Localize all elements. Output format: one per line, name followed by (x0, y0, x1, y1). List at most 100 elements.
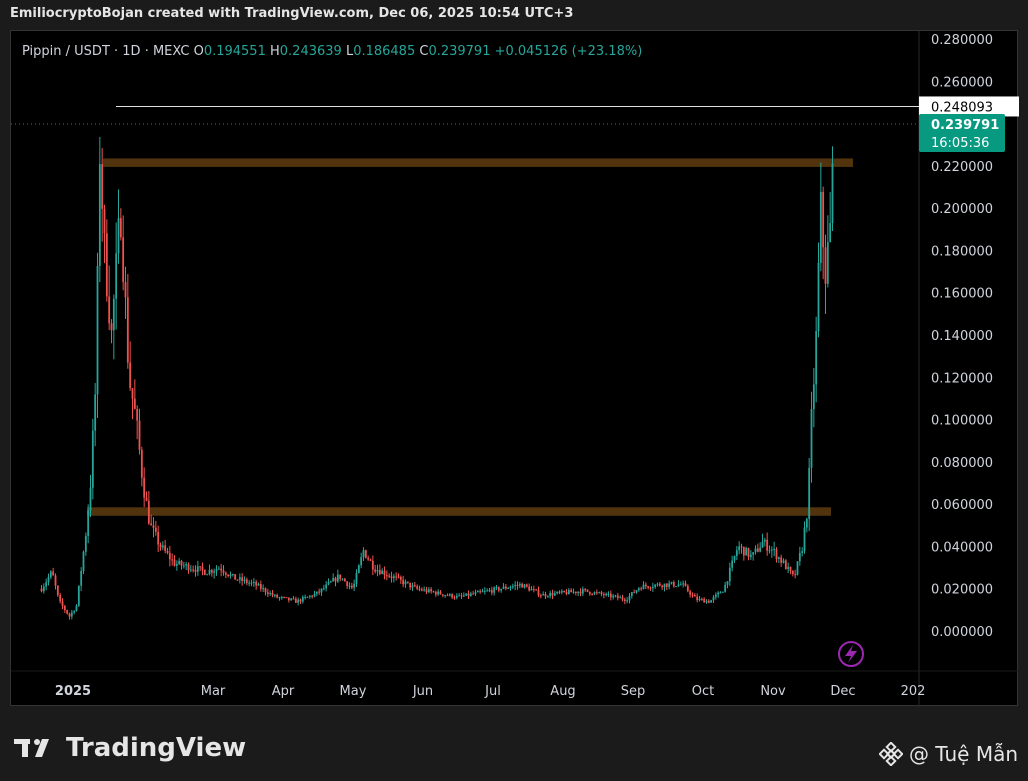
candle-body (348, 585, 351, 587)
candle-body (602, 594, 605, 596)
candle-body (808, 467, 811, 519)
price-chart[interactable]: 0.280000 0.260000 0.220000 0.200000 0.180000… (11, 31, 1019, 707)
candle-body (103, 208, 106, 234)
candle-body (584, 589, 587, 591)
candle-body (224, 572, 227, 575)
candle-body (488, 590, 491, 592)
chart-panel[interactable]: 0.280000 0.260000 0.220000 0.200000 0.180000… (10, 30, 1019, 707)
candle-body (677, 584, 680, 587)
candle-body (766, 539, 769, 551)
brand-name: TradingView (66, 733, 247, 763)
candle-body (791, 570, 794, 575)
chart-attribution: EmiliocryptoBojan created with TradingVi… (10, 6, 574, 21)
candle-body (437, 591, 440, 595)
candle-body (75, 605, 78, 612)
x-tick-label: Mar (201, 684, 226, 699)
candle-body (206, 574, 209, 576)
candle-body (257, 584, 260, 586)
candle-body (532, 589, 535, 591)
candle-body (166, 550, 169, 553)
candle-body (782, 560, 785, 563)
candle-body (126, 297, 129, 363)
candle-body (91, 430, 94, 488)
candle-body (147, 500, 150, 524)
candle-body (546, 596, 549, 598)
candle-body (94, 394, 97, 431)
symbol-name[interactable]: Pippin / USDT · 1D · MEXC (22, 44, 189, 59)
candle-body (248, 582, 251, 584)
author-credit: @ Tuệ Mẫn (878, 742, 1018, 766)
candle-body (283, 596, 286, 598)
candle-body (399, 577, 402, 580)
candle-body (798, 552, 801, 562)
candle-body (262, 588, 265, 590)
candle-body (530, 589, 533, 591)
candle-body (831, 163, 834, 224)
high-value: 0.243639 (279, 44, 342, 59)
candle-body (542, 594, 545, 596)
candle-body (777, 557, 780, 559)
candle-body (425, 589, 428, 593)
candle-body (420, 589, 423, 591)
candle-body (719, 592, 722, 594)
candle-body (234, 574, 237, 580)
candle-body (826, 242, 829, 284)
candle-body (138, 420, 141, 450)
candle-body (432, 591, 435, 593)
candle-body (353, 583, 356, 588)
candle-body (661, 585, 664, 588)
candle-body (628, 595, 631, 601)
candle-body (203, 570, 206, 575)
candle-body (609, 593, 612, 598)
candle-body (672, 582, 675, 587)
candle-body (780, 557, 783, 563)
candle-body (213, 571, 216, 573)
candle-body (633, 592, 636, 594)
candle-body (448, 594, 451, 596)
high-label: H (269, 44, 280, 59)
candle-body (581, 589, 584, 594)
x-tick-label: Dec (830, 684, 855, 699)
candle-body (171, 559, 174, 561)
candle-body (509, 587, 512, 589)
candle-body (819, 191, 822, 263)
candle-body (159, 544, 162, 548)
candle-body (528, 586, 531, 591)
candle-body (124, 282, 127, 298)
candle-body (754, 548, 757, 553)
candle-body (544, 594, 547, 597)
candle-body (252, 581, 255, 583)
candle-body (350, 585, 353, 588)
candle-body (796, 561, 799, 575)
candle-body (409, 582, 412, 588)
x-tick-label: Oct (692, 684, 714, 699)
candle-body (689, 591, 692, 595)
candle-body (299, 599, 302, 602)
candle-body (637, 588, 640, 591)
candle-body (180, 560, 183, 566)
candle-body (161, 545, 164, 548)
candle-body (77, 585, 80, 606)
candle-body (663, 583, 666, 588)
candle-body (143, 477, 146, 498)
candle-body (640, 588, 643, 590)
lightning-event-icon[interactable] (838, 641, 864, 667)
candle-body (495, 587, 498, 589)
candle-body (364, 550, 367, 558)
candle-body (549, 593, 552, 597)
candle-body (761, 541, 764, 548)
candle-body (600, 592, 603, 595)
candle-body (696, 596, 699, 601)
candle-body (80, 570, 83, 586)
x-tick-label: 2025 (55, 684, 91, 699)
candle-body (441, 594, 444, 596)
candle-body (215, 569, 218, 572)
candle-body (654, 584, 657, 588)
candle-body (66, 610, 69, 614)
candle-body (686, 585, 689, 592)
candle-body (241, 577, 244, 581)
candle-body (164, 545, 167, 551)
candle-body (551, 593, 554, 596)
candle-body (376, 570, 379, 572)
last-price-label: 0.239791 (931, 118, 999, 133)
